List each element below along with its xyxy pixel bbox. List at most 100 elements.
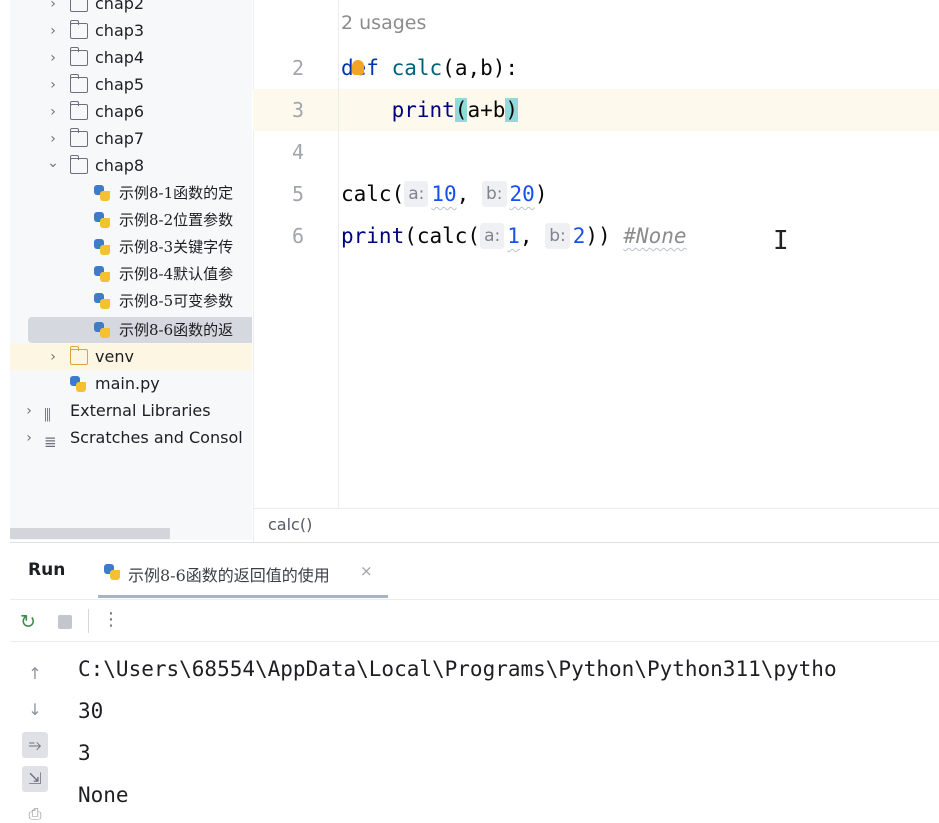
code-line-5[interactable]: calc(a: 10, b: 20) [341, 173, 547, 215]
tree-folder-chap4[interactable]: › chap4 [46, 46, 252, 70]
folder-icon [69, 346, 88, 365]
chevron-right-icon[interactable]: › [46, 100, 60, 124]
soft-wrap-icon[interactable]: ⥱ [22, 732, 48, 758]
tree-file-8-2[interactable]: 示例8-2位置参数 [94, 208, 252, 232]
rerun-icon[interactable]: ↻ [20, 611, 36, 633]
chevron-right-icon[interactable]: › [22, 426, 36, 450]
python-file-icon [104, 564, 120, 580]
line-number: 3 [291, 98, 304, 122]
bracket-match-close: ) [505, 98, 519, 122]
tree-file-8-5[interactable]: 示例8-5可变参数 [94, 289, 252, 313]
chevron-right-icon[interactable]: › [46, 127, 60, 151]
tree-item-label: 示例8-4默认值参 [119, 265, 234, 283]
intention-bulb-icon[interactable] [352, 60, 364, 75]
code-call: calc( [341, 182, 405, 206]
code-line-2[interactable]: def calc(a,b): [341, 47, 518, 89]
usages-hint[interactable]: 2 usages [341, 12, 426, 34]
python-file-icon [70, 376, 88, 392]
run-tab[interactable]: 示例8-6函数的返回值的使用 × [98, 553, 388, 597]
tree-folder-chap5[interactable]: › chap5 [46, 73, 252, 97]
run-panel: Run 示例8-6函数的返回值的使用 × ↻ ⋮ ↑ ↓ ⥱ ⇲ ⎙ C:\Us… [10, 543, 939, 823]
chevron-right-icon[interactable]: › [46, 73, 60, 97]
code-params: (a,b): [442, 56, 519, 80]
tree-item-label: chap4 [95, 48, 145, 67]
folder-icon [69, 101, 88, 120]
tree-file-8-6-selected[interactable]: 示例8-6函数的返 [94, 318, 252, 342]
chevron-right-icon[interactable]: › [46, 19, 60, 43]
tree-folder-chap6[interactable]: › chap6 [46, 100, 252, 124]
console-output-line: None [78, 783, 129, 807]
print-icon[interactable]: ⎙ [22, 801, 48, 823]
tree-file-main-py[interactable]: main.py [70, 372, 252, 396]
tree-item-label: main.py [95, 374, 160, 393]
scroll-to-end-icon[interactable]: ⇲ [22, 766, 48, 792]
tree-folder-chap3[interactable]: › chap3 [46, 19, 252, 43]
tree-external-libraries[interactable]: › ⫼ External Libraries [22, 399, 252, 424]
code-comma: , [456, 182, 470, 206]
run-tab-underline [98, 595, 388, 598]
bracket-match-open: ( [454, 98, 468, 122]
toolbar-divider [88, 609, 89, 633]
folder-icon [69, 20, 88, 39]
arrow-down-icon[interactable]: ↓ [22, 697, 48, 723]
text-cursor-icon: I [773, 226, 789, 256]
python-file-icon [94, 185, 112, 201]
python-file-icon [94, 266, 112, 282]
stop-icon[interactable] [58, 615, 72, 629]
folder-icon [69, 155, 88, 174]
code-function-name: calc [391, 56, 443, 80]
python-file-icon [94, 293, 112, 309]
code-close: )) [585, 224, 611, 248]
code-line-3[interactable]: print(a+b) [341, 89, 519, 131]
console-output-line: C:\Users\68554\AppData\Local\Programs\Py… [78, 657, 837, 681]
code-builtin-print: print [341, 224, 405, 248]
tree-item-label: chap7 [95, 129, 145, 148]
code-comment: #None [623, 224, 687, 248]
arrow-up-icon[interactable]: ↑ [22, 661, 48, 687]
tree-item-label: chap3 [95, 21, 145, 40]
chevron-down-icon[interactable]: ⌄ [46, 151, 60, 175]
python-file-icon [94, 212, 112, 228]
tree-item-label: 示例8-3关键字传 [119, 238, 234, 256]
folder-icon [69, 47, 88, 66]
run-divider [10, 599, 939, 600]
chevron-right-icon[interactable]: › [46, 0, 60, 16]
chevron-right-icon[interactable]: › [46, 46, 60, 70]
close-icon[interactable]: × [360, 562, 373, 580]
run-tab-label: 示例8-6函数的返回值的使用 [128, 566, 330, 585]
more-options-icon[interactable]: ⋮ [102, 609, 120, 630]
tree-item-label: Scratches and Consol [70, 428, 243, 447]
tree-file-8-4[interactable]: 示例8-4默认值参 [94, 262, 252, 286]
tree-item-label: chap5 [95, 75, 145, 94]
library-icon: ⫼ [44, 406, 51, 424]
folder-icon [69, 128, 88, 147]
console-output-line: 3 [78, 741, 91, 765]
line-number: 6 [291, 224, 304, 248]
tree-folder-chap8[interactable]: ⌄ chap8 [46, 154, 252, 178]
folder-icon [69, 74, 88, 93]
breadcrumb-bar: calc() [253, 508, 939, 542]
code-number: 2 [572, 224, 586, 248]
tree-folder-chap7[interactable]: › chap7 [46, 127, 252, 151]
console-output-line: 30 [78, 699, 104, 723]
code-number: 10 [431, 182, 457, 206]
tree-horizontal-scrollbar[interactable] [10, 528, 170, 539]
chevron-right-icon[interactable]: › [46, 345, 60, 369]
tree-scratches-and-consoles[interactable]: › ≣ Scratches and Consol [22, 426, 252, 451]
tree-folder-venv[interactable]: › venv [46, 345, 252, 369]
line-number: 5 [291, 182, 304, 206]
param-hint-b: b: [481, 181, 507, 207]
tree-folder-chap2[interactable]: › chap2 [46, 0, 252, 16]
tree-file-8-3[interactable]: 示例8-3关键字传 [94, 235, 252, 259]
scratches-icon: ≣ [44, 433, 57, 451]
chevron-right-icon[interactable]: › [22, 399, 36, 423]
python-file-icon [94, 322, 112, 338]
breadcrumb[interactable]: calc() [268, 515, 312, 534]
code-line-6[interactable]: print(calc(a: 1, b: 2)) #None [341, 215, 687, 257]
tree-item-label: External Libraries [70, 401, 211, 420]
run-toolbar-divider [10, 641, 939, 642]
tree-item-label: chap2 [95, 0, 145, 13]
folder-icon [70, 0, 88, 12]
tree-file-8-1[interactable]: 示例8-1函数的定 [94, 181, 252, 205]
param-hint-a: a: [404, 181, 429, 207]
